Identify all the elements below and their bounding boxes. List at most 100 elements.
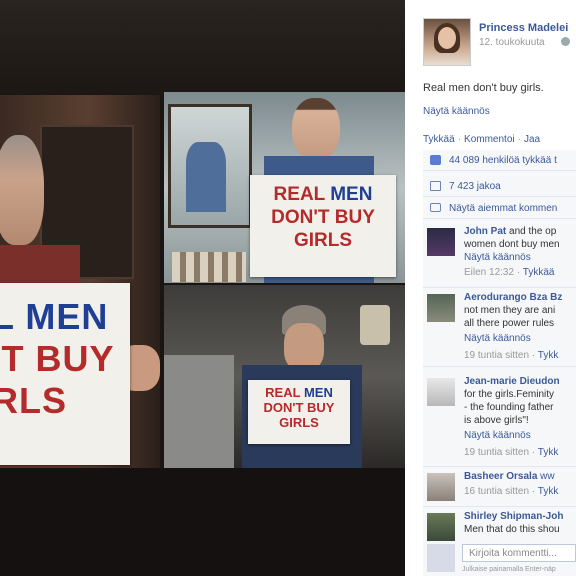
- view-previous-label[interactable]: Näytä aiemmat kommen: [449, 203, 557, 214]
- likes-summary[interactable]: 44 089 henkilöä tykkää t: [423, 150, 576, 171]
- comment-divider: [423, 366, 576, 367]
- sign-br-men: MEN: [303, 385, 333, 400]
- commenter-avatar[interactable]: [427, 513, 455, 541]
- commenter-avatar[interactable]: [427, 228, 455, 256]
- avatar-face: [438, 27, 456, 49]
- sign-top-right: REAL MEN DON'T BUY GIRLS: [250, 175, 396, 277]
- sign-bottom-right: REAL MEN DON'T BUY GIRLS: [248, 380, 350, 444]
- comment-like-link[interactable]: Tykk: [538, 447, 559, 458]
- photo-border-bottom: [0, 468, 405, 576]
- bottles: [172, 252, 246, 282]
- post-text: Real men don't buy girls.: [423, 82, 544, 94]
- comment-like-link[interactable]: Tykk: [538, 486, 559, 497]
- shares-summary[interactable]: 7 423 jakoa: [423, 176, 576, 197]
- commenter-avatar[interactable]: [427, 294, 455, 322]
- comment-text-line2: - the founding father: [464, 402, 554, 413]
- person-head: [284, 323, 324, 371]
- person-head: [0, 135, 44, 245]
- facebook-post-panel: Princess Madelei 12. toukokuuta Real men…: [405, 0, 576, 576]
- share-icon: [430, 181, 441, 191]
- comment-text-line2: all there power rules: [464, 318, 555, 329]
- see-translation-link[interactable]: Näytä käännös: [464, 430, 531, 441]
- author-avatar[interactable]: [423, 18, 471, 66]
- photo-panel-left: L MEN 'T BUY RLS: [0, 95, 160, 468]
- comment-divider: [423, 287, 576, 288]
- comment-time[interactable]: 19 tuntia sitten: [464, 447, 529, 458]
- comment-time[interactable]: 19 tuntia sitten: [464, 350, 529, 361]
- see-translation-link[interactable]: Näytä käännös: [423, 106, 490, 117]
- see-translation-link[interactable]: Näytä käännös: [464, 252, 531, 263]
- comment-item: Aerodurango Bza Bz not men they are ani …: [423, 289, 576, 365]
- comment-item: Jean-marie Dieudon for the girls.Feminit…: [423, 373, 576, 465]
- photo-border-top: [0, 0, 405, 95]
- person-head: [292, 98, 340, 160]
- comment-text-line3: is above girls"!: [464, 415, 529, 426]
- comment-divider: [423, 466, 576, 467]
- current-user-avatar: [427, 544, 455, 572]
- sign-tr-men: MEN: [330, 184, 373, 205]
- commenter-name[interactable]: Shirley Shipman-Joh: [464, 511, 563, 522]
- comment-time[interactable]: Eilen 12:32: [464, 267, 514, 278]
- comment-divider: [423, 506, 576, 507]
- commenter-avatar[interactable]: [427, 473, 455, 501]
- comment-like-link[interactable]: Tykk: [538, 350, 559, 361]
- commenter-name-line: Basheer Orsala ww: [464, 471, 555, 482]
- commenter-name[interactable]: John Pat: [464, 226, 506, 237]
- commenter-name[interactable]: Basheer Orsala: [464, 471, 537, 482]
- comment-link[interactable]: Kommentoi: [464, 134, 515, 145]
- photo-panel-top-right: REAL MEN DON'T BUY GIRLS: [164, 92, 405, 283]
- background-bed: [164, 355, 234, 468]
- sign-left-line3: RLS: [0, 380, 67, 421]
- comment-time[interactable]: 16 tuntia sitten: [464, 486, 529, 497]
- sign-left-line2: 'T BUY: [0, 338, 115, 379]
- comment-text-line1: and the op: [506, 226, 557, 237]
- comment-text-line1: Men that do this shou: [464, 524, 560, 535]
- comment-text-line2: women dont buy men: [464, 239, 560, 250]
- commenter-avatar[interactable]: [427, 378, 455, 406]
- comment-bubble-icon: [430, 203, 441, 212]
- instagram-photo: L MEN 'T BUY RLS REAL MEN DON'T BUY GIRL…: [0, 0, 405, 576]
- commenter-name[interactable]: Jean-marie Dieudon: [464, 376, 560, 387]
- comment-item: John Pat and the op women dont buy men N…: [423, 223, 576, 285]
- comment-like-link[interactable]: Tykkää: [523, 267, 555, 278]
- comment-item: Basheer Orsala ww 16 tuntia sitten · Tyk…: [423, 468, 576, 506]
- comment-input-hint: Julkaise painamalla Enter-näp: [462, 566, 556, 573]
- sign-tr-real: REAL: [273, 184, 325, 205]
- post-feedback-box: 44 089 henkilöä tykkää t 7 423 jakoa Näy…: [423, 150, 576, 576]
- write-comment-box: Kirjoita kommentti... Julkaise painamall…: [423, 538, 576, 576]
- background-lamp: [360, 305, 390, 345]
- post-header: Princess Madelei 12. toukokuuta: [405, 0, 576, 70]
- comment-meta: Eilen 12:32 · Tykkää: [464, 267, 555, 278]
- comment-meta: 19 tuntia sitten · Tykk: [464, 447, 559, 458]
- sign-left: L MEN 'T BUY RLS: [0, 283, 130, 465]
- post-date[interactable]: 12. toukokuuta: [479, 37, 545, 48]
- separator-dot: ·: [457, 134, 462, 145]
- comment-input[interactable]: Kirjoita kommentti...: [462, 544, 576, 562]
- comment-meta: 16 tuntia sitten · Tykk: [464, 486, 559, 497]
- comment-text-line1: for the girls.Feminity: [464, 389, 555, 400]
- commenter-name[interactable]: Aerodurango Bza Bz: [464, 292, 562, 303]
- comment-text-line1: not men they are ani: [464, 305, 556, 316]
- comment-text-line1[interactable]: ww: [537, 471, 554, 482]
- view-previous-comments[interactable]: Näytä aiemmat kommen: [423, 198, 576, 219]
- sign-br-real: REAL: [265, 385, 301, 400]
- sign-br-line3: GIRLS: [279, 415, 319, 430]
- sign-br-line2: DON'T BUY: [263, 400, 335, 415]
- photo-panel-bottom-right: REAL MEN DON'T BUY GIRLS: [164, 285, 405, 468]
- share-link[interactable]: Jaa: [524, 134, 540, 145]
- sign-tr-line2: DON'T BUY: [271, 207, 375, 228]
- post-actions: Tykkää · Kommentoi · Jaa: [423, 134, 540, 145]
- thumbs-up-icon: [430, 155, 441, 165]
- like-link[interactable]: Tykkää: [423, 134, 455, 145]
- shares-count[interactable]: 7 423 jakoa: [449, 181, 501, 192]
- see-translation-link[interactable]: Näytä käännös: [464, 333, 531, 344]
- globe-icon: [561, 37, 570, 46]
- author-name-link[interactable]: Princess Madelei: [479, 22, 568, 34]
- sign-left-line1: L MEN: [0, 296, 109, 337]
- commenter-name-line: John Pat and the op: [464, 226, 556, 237]
- comment-meta: 19 tuntia sitten · Tykk: [464, 350, 559, 361]
- mirror-figure: [186, 142, 226, 212]
- likes-count[interactable]: 44 089 henkilöä tykkää t: [449, 155, 557, 166]
- comment-item: Shirley Shipman-Joh Men that do this sho…: [423, 508, 576, 541]
- sign-tr-line3: GIRLS: [293, 230, 353, 251]
